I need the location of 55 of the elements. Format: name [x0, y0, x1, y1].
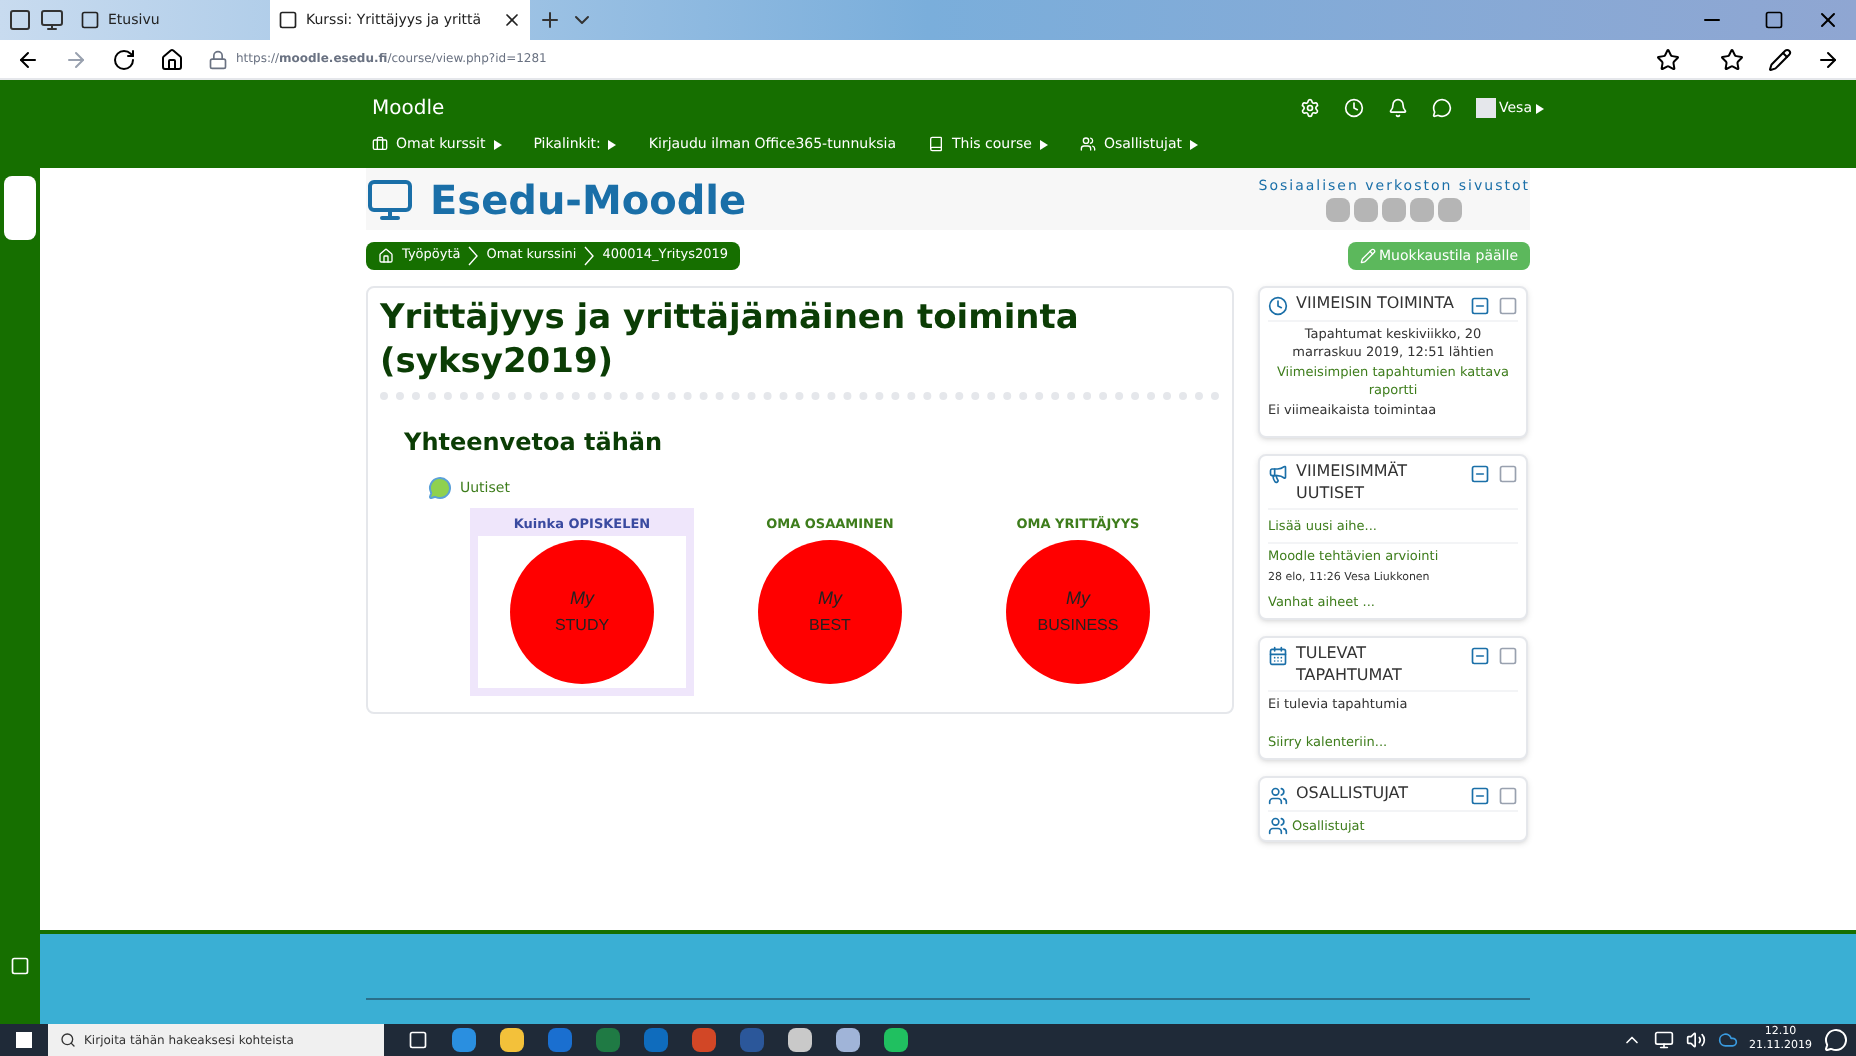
- section-title: Yhteenvetoa tähän: [404, 426, 665, 460]
- lock-icon: [208, 49, 228, 69]
- search-icon: [60, 1032, 76, 1048]
- block-icon: [1268, 296, 1288, 316]
- forum-icon: [428, 476, 452, 500]
- people-icon: [1268, 816, 1288, 836]
- maximize-icon[interactable]: [1764, 10, 1784, 30]
- volume-icon[interactable]: [1685, 1030, 1705, 1050]
- block-title: OSALLISTUJAT: [1296, 782, 1411, 804]
- chevron-icon: [468, 246, 479, 266]
- back-icon[interactable]: [16, 47, 40, 71]
- tile-line: BEST: [809, 613, 851, 637]
- people-icon: [1079, 136, 1096, 152]
- notification-icon[interactable]: [1824, 1028, 1848, 1052]
- block-icon: [1268, 463, 1288, 483]
- tile-line: STUDY: [554, 613, 610, 637]
- course-title: Yrittäjyys ja yrittäjämäinen toiminta (syksy2019): [380, 296, 1220, 400]
- tile-line: My: [570, 586, 594, 612]
- close-tab-icon[interactable]: [502, 10, 522, 30]
- refresh-icon[interactable]: [112, 47, 136, 71]
- settings-icon[interactable]: [1299, 98, 1319, 118]
- tile-line: My: [818, 586, 842, 612]
- bell-icon[interactable]: [1387, 98, 1407, 118]
- clock-icon[interactable]: [1343, 98, 1363, 118]
- chevron-icon: [584, 246, 595, 266]
- collapse-icon[interactable]: [1470, 296, 1490, 316]
- cloud-icon[interactable]: [1717, 1030, 1737, 1050]
- edit-icon: [1359, 248, 1376, 264]
- tile-line: My: [1066, 586, 1090, 612]
- favorite-icon[interactable]: [1656, 47, 1680, 71]
- book-icon: [928, 136, 944, 152]
- collapse-icon[interactable]: [1470, 646, 1490, 666]
- block-title: VIIMEISIN TOIMINTA: [1296, 292, 1456, 314]
- tile-line: BUSINESS: [1037, 613, 1119, 637]
- block-icon: [1268, 646, 1288, 666]
- pen-icon[interactable]: [1768, 47, 1792, 71]
- forward-icon[interactable]: [64, 47, 88, 71]
- home-icon: [378, 248, 394, 264]
- site-name[interactable]: Moodle: [372, 93, 445, 123]
- drawer-tab[interactable]: [4, 176, 36, 240]
- collapse-icon[interactable]: [1470, 463, 1490, 483]
- avatar-icon[interactable]: [1475, 98, 1495, 118]
- caret-icon: [1536, 103, 1544, 113]
- new-tab-icon[interactable]: [538, 8, 562, 32]
- block-title: TULEVAT TAPAHTUMAT: [1296, 642, 1404, 686]
- briefcase-icon: [372, 136, 388, 152]
- site-logo[interactable]: Esedu-Moodle: [430, 169, 747, 229]
- favorites-icon[interactable]: [1720, 47, 1744, 71]
- block-title: VIIMEISIMMÄT UUTISET: [1296, 459, 1409, 503]
- home-icon[interactable]: [160, 47, 184, 71]
- collapse-icon[interactable]: [1470, 786, 1490, 806]
- chat-icon[interactable]: [1431, 98, 1451, 118]
- laptop-icon: [366, 175, 414, 223]
- close-icon[interactable]: [1816, 8, 1840, 32]
- block-icon: [1268, 786, 1288, 806]
